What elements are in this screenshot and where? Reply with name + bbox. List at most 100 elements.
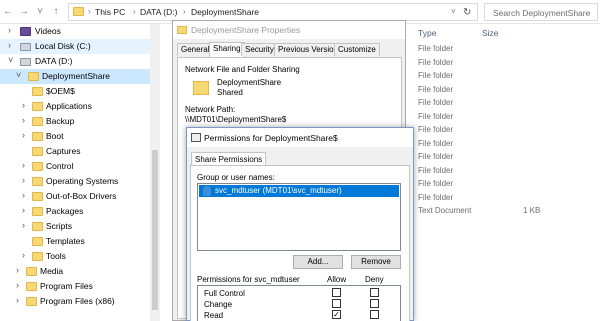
chevron-right-icon[interactable]: › — [16, 280, 19, 290]
folder-icon — [26, 282, 37, 291]
chevron-right-icon[interactable]: › — [16, 295, 19, 305]
nav-scrollbar-thumb[interactable] — [152, 150, 158, 310]
deny-change-checkbox[interactable] — [370, 299, 379, 308]
chevron-right-icon[interactable]: › — [16, 265, 19, 275]
column-header-size[interactable]: Size — [482, 28, 499, 38]
chevron-down-icon[interactable]: ˅ — [16, 70, 21, 80]
file-type: File folder — [418, 165, 454, 175]
allow-change-checkbox[interactable] — [332, 299, 341, 308]
nav-item-boot[interactable]: › Boot — [0, 129, 160, 144]
folder-icon — [26, 267, 37, 276]
address-box[interactable]: › This PC › DATA (D:) › DeploymentShare … — [68, 3, 478, 21]
nav-label: Boot — [46, 131, 64, 141]
nav-label: Captures — [46, 146, 81, 156]
group-user-list[interactable]: svc_mdtuser (MDT01\svc_mdtuser) — [197, 183, 401, 251]
shared-folder-icon — [193, 81, 209, 95]
forward-arrow-icon[interactable]: → — [18, 6, 30, 18]
folder-icon — [32, 237, 43, 246]
nav-item-packages[interactable]: › Packages — [0, 204, 160, 219]
recent-locations-icon[interactable]: ˅ — [34, 6, 46, 18]
nav-item-applications[interactable]: › Applications — [0, 99, 160, 114]
folder-icon — [32, 177, 43, 186]
chevron-right-icon[interactable]: › — [22, 130, 25, 140]
back-arrow-icon[interactable]: ← — [2, 6, 14, 18]
chevron-down-icon[interactable]: ˅ — [451, 7, 456, 16]
nav-item-program-files-x86[interactable]: › Program Files (x86) — [0, 294, 160, 309]
add-button[interactable]: Add... — [293, 255, 343, 269]
list-item[interactable]: svc_mdtuser (MDT01\svc_mdtuser) — [199, 185, 399, 197]
breadcrumb-this-pc[interactable]: This PC — [95, 7, 125, 17]
tab-sharing[interactable]: Sharing — [209, 42, 245, 57]
remove-button[interactable]: Remove — [351, 255, 401, 269]
permissions-icon — [191, 133, 201, 142]
deny-read-checkbox[interactable] — [370, 310, 379, 319]
chevron-down-icon[interactable]: ˅ — [8, 55, 13, 65]
chevron-right-icon[interactable]: › — [22, 250, 25, 260]
nav-item-oem[interactable]: $OEM$ — [0, 84, 160, 99]
folder-icon — [32, 222, 43, 231]
chevron-right-icon[interactable]: › — [22, 175, 25, 185]
nav-item-scripts[interactable]: › Scripts — [0, 219, 160, 234]
permissions-title-bar[interactable]: Permissions for DeploymentShare$ — [187, 128, 413, 147]
chevron-right-icon: › — [133, 7, 136, 16]
nav-item-videos[interactable]: › Videos — [0, 24, 160, 39]
up-arrow-icon[interactable]: ↑ — [50, 6, 62, 18]
nav-label: DeploymentShare — [42, 71, 111, 81]
nav-label: Videos — [35, 26, 61, 36]
tab-share-permissions[interactable]: Share Permissions — [191, 152, 267, 166]
nav-item-program-files[interactable]: › Program Files — [0, 279, 160, 294]
nav-label: $OEM$ — [46, 86, 75, 96]
chevron-right-icon[interactable]: › — [22, 205, 25, 215]
column-header-type[interactable]: Type — [418, 28, 436, 38]
nav-item-data-drive[interactable]: ˅ DATA (D:) — [0, 54, 160, 69]
nav-item-media[interactable]: › Media — [0, 264, 160, 279]
file-type: File folder — [418, 71, 454, 80]
folder-icon — [26, 297, 37, 306]
nav-label: Control — [46, 161, 74, 171]
nav-item-local-disk[interactable]: › Local Disk (C:) — [0, 39, 160, 54]
nav-item-deploymentshare[interactable]: ˅ DeploymentShare — [0, 69, 160, 84]
group-user-label: Group or user names: — [197, 173, 275, 182]
chevron-right-icon[interactable]: › — [22, 190, 25, 200]
tab-customize[interactable]: Customize — [334, 43, 380, 56]
file-type: File folder — [418, 192, 454, 202]
folder-icon — [28, 72, 39, 81]
allow-full-control-checkbox[interactable] — [332, 288, 341, 297]
file-type: File folder — [418, 179, 454, 188]
chevron-right-icon[interactable]: › — [22, 160, 25, 170]
nav-label: Program Files (x86) — [40, 296, 115, 306]
tab-security[interactable]: Security — [241, 43, 278, 56]
folder-icon — [32, 192, 43, 201]
nav-item-control[interactable]: › Control — [0, 159, 160, 174]
file-type: File folder — [418, 57, 454, 67]
nav-item-templates[interactable]: Templates — [0, 234, 160, 249]
chevron-right-icon[interactable]: › — [22, 220, 25, 230]
folder-icon — [32, 147, 43, 156]
nav-item-operating-systems[interactable]: › Operating Systems — [0, 174, 160, 189]
chevron-right-icon[interactable]: › — [22, 100, 25, 110]
file-size: 1 KB — [523, 206, 541, 215]
breadcrumb-data-drive[interactable]: DATA (D:) — [140, 7, 177, 17]
tab-general[interactable]: General — [177, 43, 214, 56]
permission-label-read: Read — [204, 311, 224, 320]
allow-column-header: Allow — [327, 275, 347, 284]
folder-icon — [32, 87, 43, 96]
nav-item-backup[interactable]: › Backup — [0, 114, 160, 129]
deny-full-control-checkbox[interactable] — [370, 288, 379, 297]
folder-icon — [32, 132, 43, 141]
nav-item-out-of-box-drivers[interactable]: › Out-of-Box Drivers — [0, 189, 160, 204]
breadcrumb-deploymentshare[interactable]: DeploymentShare — [191, 7, 259, 17]
user-name: svc_mdtuser (MDT01\svc_mdtuser) — [215, 186, 342, 195]
nav-item-captures[interactable]: Captures — [0, 144, 160, 159]
chevron-right-icon[interactable]: › — [8, 40, 11, 50]
file-type: File folder — [418, 138, 454, 148]
properties-title-bar[interactable]: DeploymentShare Properties — [173, 21, 405, 39]
allow-read-checkbox[interactable]: ✓ — [332, 310, 341, 319]
user-icon — [203, 186, 211, 196]
refresh-icon[interactable]: ↻ — [463, 7, 475, 19]
nav-item-tools[interactable]: › Tools — [0, 249, 160, 264]
search-input[interactable]: Search DeploymentShare — [484, 3, 598, 21]
network-path-label: Network Path: — [185, 105, 236, 114]
chevron-right-icon[interactable]: › — [22, 115, 25, 125]
chevron-right-icon[interactable]: › — [8, 25, 11, 35]
